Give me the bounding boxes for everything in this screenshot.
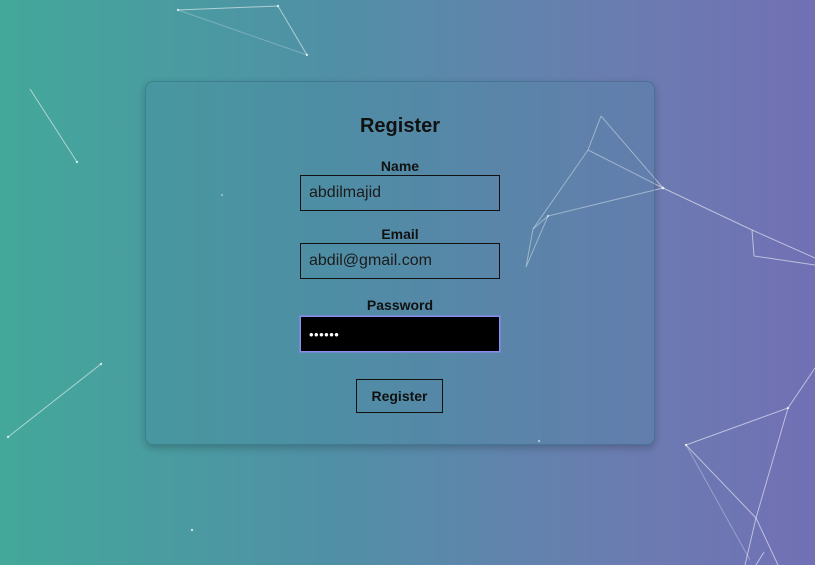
form-title: Register <box>359 115 441 137</box>
password-label: Password <box>366 297 434 313</box>
register-form-card: Register Name Email Password Register <box>145 81 655 445</box>
email-label: Email <box>381 226 419 242</box>
register-button[interactable]: Register <box>356 379 443 413</box>
name-input[interactable] <box>300 175 500 211</box>
password-input[interactable] <box>300 316 500 352</box>
name-label: Name <box>380 158 420 174</box>
email-input[interactable] <box>300 243 500 279</box>
